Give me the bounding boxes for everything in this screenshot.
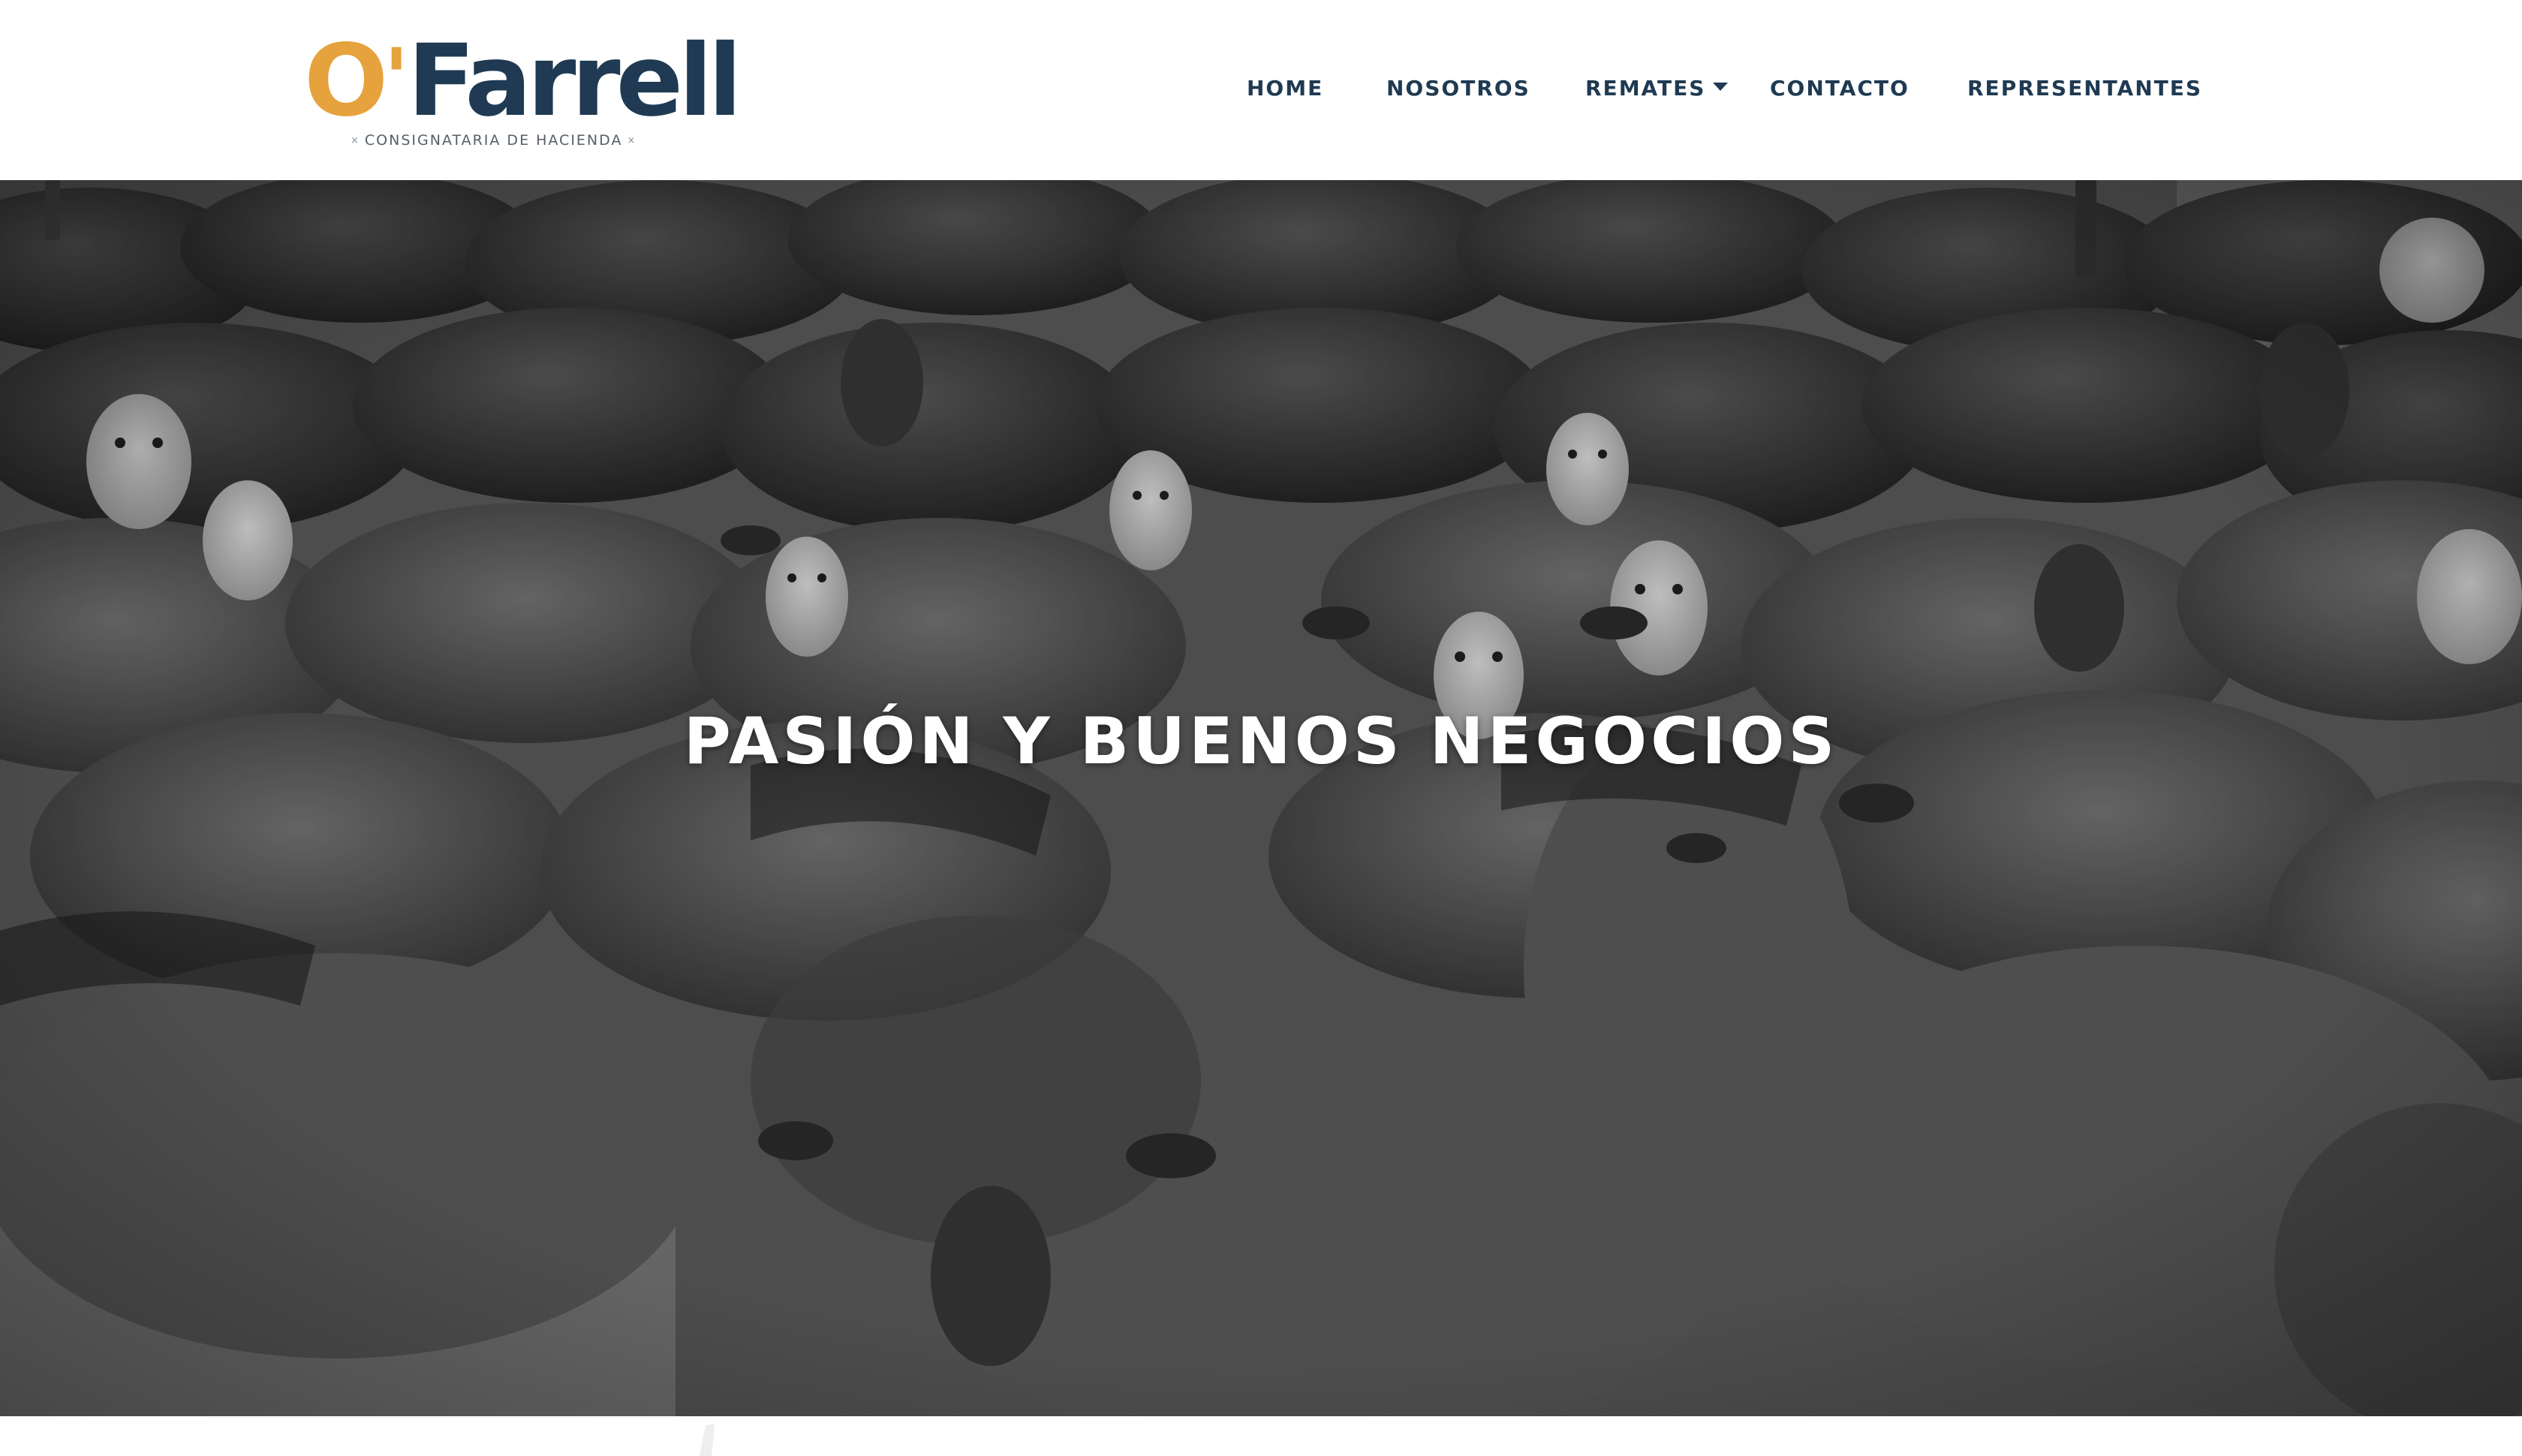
- page: O ' Farrell × CONSIGNATARIA DE HACIENDA × HO…: [0, 0, 2522, 1456]
- logo-tagline: × CONSIGNATARIA DE HACIENDA ×: [346, 132, 635, 149]
- site-header: O ' Farrell × CONSIGNATARIA DE HACIENDA × HO…: [0, 0, 2522, 180]
- hero-banner: PASIÓN Y BUENOS NEGOCIOS: [0, 180, 2522, 1416]
- tagline-ornament-left: ×: [351, 135, 360, 146]
- tagline-ornament-right: ×: [627, 135, 637, 146]
- nav-home[interactable]: HOME: [1247, 72, 1323, 105]
- cattle-silhouette-icon: [700, 1424, 715, 1456]
- nav-contacto[interactable]: CONTACTO: [1770, 72, 1910, 105]
- content-divider: [0, 1416, 2522, 1456]
- nav-remates-label: REMATES: [1585, 76, 1706, 101]
- nav-remates[interactable]: REMATES: [1585, 72, 1729, 105]
- cattle-herd-photo: [0, 180, 2522, 1416]
- nav-nosotros[interactable]: NOSOTROS: [1386, 72, 1530, 105]
- logo-apostrophe: ': [384, 31, 409, 127]
- tagline-text: CONSIGNATARIA DE HACIENDA: [364, 132, 623, 149]
- nav-representantes[interactable]: REPRESENTANTES: [1967, 72, 2202, 105]
- chevron-down-icon: [1713, 83, 1729, 91]
- brand-logo[interactable]: O ' Farrell × CONSIGNATARIA DE HACIENDA ×: [304, 27, 742, 155]
- logo-name: Farrell: [407, 23, 742, 139]
- hero-title: PASIÓN Y BUENOS NEGOCIOS: [683, 703, 1839, 779]
- logo-letter-o: O: [304, 23, 388, 139]
- logo-wordmark: O ' Farrell: [304, 27, 742, 131]
